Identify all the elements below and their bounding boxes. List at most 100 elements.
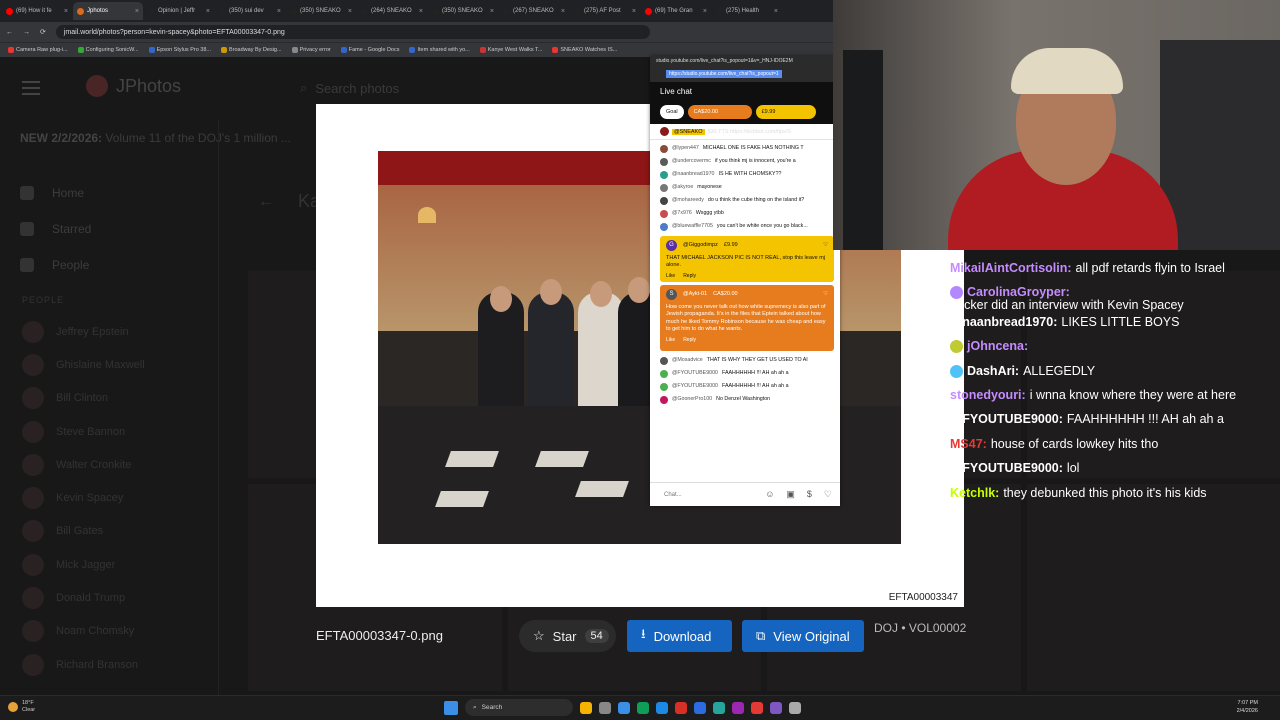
close-icon[interactable]: × bbox=[348, 8, 352, 15]
star-button[interactable]: ☆ Star 54 bbox=[519, 620, 616, 652]
close-icon[interactable]: × bbox=[419, 8, 423, 15]
person-list-item[interactable]: Mick Jagger bbox=[22, 548, 145, 581]
taskbar-app-icon[interactable] bbox=[732, 701, 744, 714]
browser-tab[interactable]: Jphotos × bbox=[73, 2, 143, 20]
person-list-item[interactable]: Kevin Spacey bbox=[22, 481, 145, 514]
bookmark-item[interactable]: Camera Raw plug-i... bbox=[8, 47, 68, 53]
search-input[interactable]: ⌕ Search photos bbox=[300, 75, 560, 101]
weather-widget[interactable]: 18°F Clear bbox=[8, 700, 35, 713]
browser-tab[interactable]: (264) SNEAKO × bbox=[357, 2, 427, 20]
close-icon[interactable]: × bbox=[703, 8, 707, 15]
sidebar-item-home[interactable]: Home bbox=[20, 175, 220, 211]
like-button[interactable]: Like bbox=[666, 273, 675, 280]
browser-tab[interactable]: (69) The Gran × bbox=[641, 2, 711, 20]
close-icon[interactable]: × bbox=[774, 8, 778, 15]
person-list-item[interactable]: Donald Trump bbox=[22, 581, 145, 614]
person-list-item[interactable]: Bill Clinton bbox=[22, 382, 145, 415]
chat-message[interactable]: @lypen447 MICHAEL ONE IS FAKE HAS NOTHING… bbox=[650, 142, 840, 155]
chat-message[interactable]: @FYOUTUBE9000 FAAHHHHHH !!! AH ah ah a bbox=[650, 367, 840, 380]
sticker-icon[interactable]: ▣ bbox=[786, 489, 795, 500]
popout-url-field[interactable]: https://studio.youtube.com/live_chat?is_… bbox=[650, 66, 840, 82]
goal-chip[interactable]: Goal bbox=[660, 105, 684, 119]
browser-tab[interactable]: Opinion | Jeffr × bbox=[144, 2, 214, 20]
bookmark-item[interactable]: Configuring SonicW... bbox=[77, 47, 139, 53]
bookmark-item[interactable]: SNEAKO Watches IS... bbox=[552, 47, 617, 53]
taskbar-app-icon[interactable] bbox=[675, 701, 687, 714]
browser-tab[interactable]: (275) AF Post × bbox=[570, 2, 640, 20]
bookmark-item[interactable]: Fame - Google Docs bbox=[340, 47, 399, 53]
reply-button[interactable]: Reply bbox=[683, 337, 696, 344]
pinned-message[interactable]: @SNEAKO $30 TTS https://kickbot.com/tips… bbox=[650, 124, 840, 140]
taskbar-app-icon[interactable] bbox=[789, 701, 801, 714]
browser-tab[interactable]: (275) Health × bbox=[712, 2, 782, 20]
superchat-message[interactable]: G @Giggodimpz £9.99 ♡ THAT MICHAEL JACKSON … bbox=[660, 236, 834, 282]
close-icon[interactable]: × bbox=[64, 8, 68, 15]
forward-icon[interactable]: → bbox=[23, 29, 30, 36]
system-clock[interactable]: 7:07 PM 2/4/2026 bbox=[1237, 700, 1258, 715]
photo-thumb[interactable] bbox=[1026, 484, 1280, 691]
view-original-button[interactable]: ⧉ View Original bbox=[742, 620, 864, 652]
menu-icon[interactable] bbox=[22, 81, 40, 95]
url-field[interactable]: jmail.world/photos?person=kevin-spacey&p… bbox=[55, 25, 650, 39]
bookmark-item[interactable]: Item shared with yo... bbox=[409, 47, 470, 53]
bookmark-item[interactable]: Kanye West Walks T... bbox=[479, 47, 542, 53]
chat-message[interactable]: @FYOUTUBE9000 FAAHHHHHH !!! AH ah ah a bbox=[650, 380, 840, 393]
taskbar-search[interactable]: ⌕ Search bbox=[465, 699, 573, 716]
news-banner[interactable]: NEW 2/2/2026: Volume 11 of the DOJ's 1 m… bbox=[20, 131, 291, 145]
close-icon[interactable]: × bbox=[277, 8, 281, 15]
taskbar-app-icon[interactable] bbox=[694, 701, 706, 714]
heart-icon[interactable]: ♡ bbox=[823, 242, 828, 249]
chat-message[interactable]: @mohareedy do u think the cube thing on t… bbox=[650, 194, 840, 207]
superchat-message[interactable]: S @Aykt-01 CA$20.00 ♡ How come you never ta… bbox=[660, 285, 834, 351]
taskbar-app-icon[interactable] bbox=[713, 701, 725, 714]
browser-tab[interactable]: (267) SNEAKO × bbox=[499, 2, 569, 20]
taskbar-app-icon[interactable] bbox=[618, 701, 630, 714]
back-icon[interactable]: ← bbox=[6, 29, 13, 36]
person-list-item[interactable]: Richard Branson bbox=[22, 648, 145, 681]
chat-input[interactable]: Chat... ☺ ▣ $ ♡ bbox=[650, 482, 840, 506]
reply-button[interactable]: Reply bbox=[683, 273, 696, 280]
superchat-chip[interactable]: £9.99 bbox=[755, 105, 816, 119]
donate-icon[interactable]: $ bbox=[807, 489, 812, 500]
app-logo[interactable]: JPhotos bbox=[86, 75, 181, 97]
heart-icon[interactable]: ♡ bbox=[824, 489, 832, 500]
close-icon[interactable]: × bbox=[206, 8, 210, 15]
chat-message[interactable]: @Mosadvice THAT IS WHY THEY GET US USED T… bbox=[650, 354, 840, 367]
sidebar-item-people[interactable]: People bbox=[20, 247, 220, 283]
person-list-item[interactable]: Walter Cronkite bbox=[22, 448, 145, 481]
person-list-item[interactable]: Steve Bannon bbox=[22, 415, 145, 448]
reload-icon[interactable]: ⟳ bbox=[40, 28, 46, 36]
taskbar-app-icon[interactable] bbox=[599, 701, 611, 714]
heart-icon[interactable]: ♡ bbox=[823, 291, 828, 298]
bookmark-item[interactable]: Epson Stylus Pro 38... bbox=[148, 47, 211, 53]
taskbar-app-icon[interactable] bbox=[751, 701, 763, 714]
emoji-icon[interactable]: ☺ bbox=[765, 489, 774, 500]
close-icon[interactable]: × bbox=[135, 8, 139, 15]
back-arrow-icon[interactable]: ← bbox=[258, 193, 274, 211]
taskbar-app-icon[interactable] bbox=[580, 701, 592, 714]
chat-message[interactable]: @naanbread1970 IS HE WITH CHOMSKY?? bbox=[650, 168, 840, 181]
like-button[interactable]: Like bbox=[666, 337, 675, 344]
chat-message[interactable]: @undercovermc if you think mj is innocent… bbox=[650, 155, 840, 168]
chat-message[interactable]: @akyroe mayonese bbox=[650, 181, 840, 194]
person-list-item[interactable]: Noam Chomsky bbox=[22, 615, 145, 648]
taskbar-app-icon[interactable] bbox=[770, 701, 782, 714]
close-icon[interactable]: × bbox=[632, 8, 636, 15]
bookmark-item[interactable]: Privacy error bbox=[291, 47, 331, 53]
download-button[interactable]: ⭳ Download bbox=[627, 620, 732, 652]
person-list-item[interactable]: Jeffrey Epstein bbox=[22, 315, 145, 348]
chat-message[interactable]: @bluewaffle7705 you can't be white once y… bbox=[650, 220, 840, 233]
chat-message[interactable]: @GoonerPro100 No Denzel Washington bbox=[650, 393, 840, 406]
close-icon[interactable]: × bbox=[561, 8, 565, 15]
close-icon[interactable]: × bbox=[490, 8, 494, 15]
browser-tab[interactable]: (350) sui dev × bbox=[215, 2, 285, 20]
start-icon[interactable] bbox=[444, 700, 458, 715]
person-list-item[interactable]: Bill Gates bbox=[22, 515, 145, 548]
taskbar-app-icon[interactable] bbox=[637, 701, 649, 714]
taskbar-app-icon[interactable] bbox=[656, 701, 668, 714]
browser-tab[interactable]: (69) How it fe × bbox=[2, 2, 72, 20]
person-list-item[interactable]: Ghislaine Maxwell bbox=[22, 348, 145, 381]
superchat-chip[interactable]: CA$20.00 bbox=[687, 105, 752, 119]
sidebar-item-starred[interactable]: Starred bbox=[20, 211, 220, 247]
browser-tab[interactable]: (350) SNEAKO × bbox=[428, 2, 498, 20]
